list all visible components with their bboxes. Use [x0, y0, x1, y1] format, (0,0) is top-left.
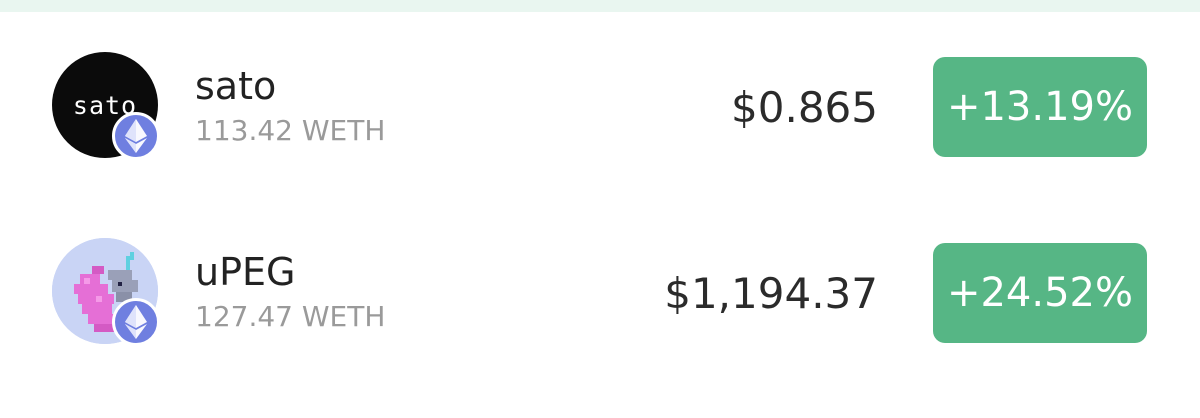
- collection-volume: 113.42 WETH: [195, 114, 386, 147]
- change-badge[interactable]: +24.52%: [933, 243, 1147, 343]
- top-strip: [0, 0, 1200, 12]
- change-badge[interactable]: +13.19%: [933, 57, 1147, 157]
- collection-volume: 127.47 WETH: [195, 300, 386, 333]
- list-item[interactable]: sato sato 113.42 WETH $0.865 +13.19%: [0, 30, 1200, 180]
- collection-name: sato: [195, 64, 277, 108]
- collection-avatar: sato: [52, 52, 160, 160]
- ethereum-icon: [112, 298, 160, 346]
- list-item[interactable]: uPEG 127.47 WETH $1,194.37 +24.52%: [0, 216, 1200, 366]
- collection-price: $1,194.37: [664, 269, 878, 318]
- collection-avatar: [52, 238, 160, 346]
- ethereum-icon: [112, 112, 160, 160]
- collection-price: $0.865: [731, 83, 878, 132]
- collection-name: uPEG: [195, 250, 296, 294]
